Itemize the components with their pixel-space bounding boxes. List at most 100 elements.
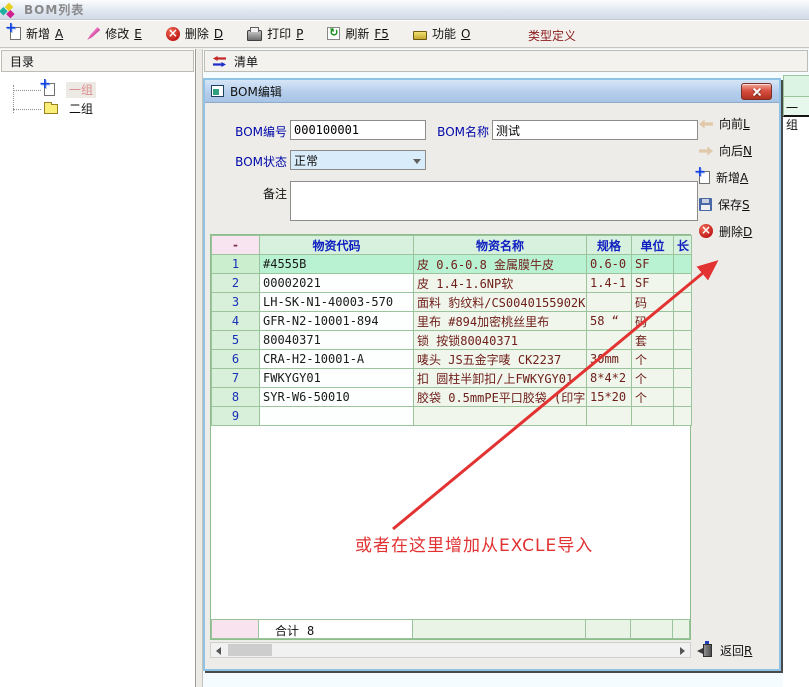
scrollbar-thumb[interactable] — [228, 644, 272, 656]
table-row[interactable]: 200002021皮 1.4-1.6NP软1.4-1SF — [212, 274, 692, 293]
cell[interactable] — [260, 407, 414, 426]
toolbar-print-button[interactable]: 打印P — [243, 22, 307, 46]
table-row[interactable]: 6CRA-H2-10001-A唛头 JS五金字唛 CK223730mm个 — [212, 350, 692, 369]
hand-point-left-icon — [699, 120, 713, 129]
cell[interactable] — [587, 331, 632, 350]
cell[interactable]: 皮 1.4-1.6NP软 — [414, 274, 587, 293]
cell[interactable]: CRA-H2-10001-A — [260, 350, 414, 369]
cell[interactable]: 58 “ — [587, 312, 632, 331]
cell[interactable]: 8 — [212, 388, 260, 407]
table-row[interactable]: 1#4555B皮 0.6-0.8 金属膜牛皮0.6-0SF — [212, 255, 692, 274]
sidebar-item-2[interactable]: 二组 — [0, 100, 195, 118]
cell[interactable]: GFR-N2-10001-894 — [260, 312, 414, 331]
toolbar-add-button[interactable]: 新增A — [6, 22, 67, 46]
toolbar-edit-button[interactable]: 修改E — [83, 22, 146, 46]
cell[interactable]: 8*4*2 — [587, 369, 632, 388]
bom-name-input[interactable] — [492, 120, 698, 140]
cell[interactable]: 4 — [212, 312, 260, 331]
toolbar-function-button[interactable]: 功能O — [409, 22, 474, 46]
cell[interactable]: 30mm — [587, 350, 632, 369]
cell[interactable] — [632, 407, 674, 426]
cell[interactable]: 锁 按锁80040371 — [414, 331, 587, 350]
cell[interactable]: 80040371 — [260, 331, 414, 350]
dialog-delete-button[interactable]: 删除D — [699, 221, 779, 241]
button-shortcut: D — [743, 225, 752, 239]
horizontal-scrollbar[interactable] — [210, 642, 691, 658]
cell[interactable]: 扣 圆柱半卸扣/上FWKYGY01 — [414, 369, 587, 388]
cell[interactable]: 15*20 — [587, 388, 632, 407]
cell[interactable]: 00002021 — [260, 274, 414, 293]
sidebar-item-1[interactable]: 一组 — [0, 81, 195, 99]
cell[interactable] — [674, 312, 692, 331]
cell[interactable]: 1 — [212, 255, 260, 274]
cell[interactable]: 套 — [632, 331, 674, 350]
cell[interactable] — [587, 407, 632, 426]
dialog-save-button[interactable]: 保存S — [699, 194, 779, 214]
cell[interactable]: 1.4-1 — [587, 274, 632, 293]
cell[interactable]: 唛头 JS五金字唛 CK2237 — [414, 350, 587, 369]
cell[interactable] — [674, 350, 692, 369]
cell[interactable]: 个 — [632, 369, 674, 388]
cell[interactable]: SF — [632, 274, 674, 293]
cell[interactable]: SYR-W6-50010 — [260, 388, 414, 407]
cell[interactable]: 3 — [212, 293, 260, 312]
return-button[interactable]: 返回R — [703, 642, 752, 659]
cell[interactable]: 里布 #894加密桃丝里布 — [414, 312, 587, 331]
remark-textarea[interactable] — [290, 181, 698, 221]
cell[interactable]: 胶袋 0.5mmPE平口胶袋 (印字 — [414, 388, 587, 407]
bom-no-input[interactable] — [290, 120, 426, 140]
table-row[interactable]: 3LH-SK-N1-40003-570面料 豹纹料/CS0040155902K 码 — [212, 293, 692, 312]
cell[interactable]: 码 — [632, 312, 674, 331]
chevron-down-icon[interactable] — [413, 159, 421, 164]
toolbar-delete-button[interactable]: 删除D — [162, 22, 227, 46]
table-row[interactable]: 9 — [212, 407, 692, 426]
cell[interactable] — [674, 388, 692, 407]
type-definition-label[interactable]: 类型定义 — [528, 27, 576, 44]
cell[interactable]: LH-SK-N1-40003-570 — [260, 293, 414, 312]
column-header[interactable]: 长 — [674, 236, 692, 255]
column-header[interactable]: - — [212, 236, 260, 255]
cell[interactable] — [587, 293, 632, 312]
bom-status-select[interactable]: 正常 — [290, 150, 426, 170]
table-row[interactable]: 4GFR-N2-10001-894里布 #894加密桃丝里布58 “码 — [212, 312, 692, 331]
column-header[interactable]: 单位 — [632, 236, 674, 255]
dialog-next-button[interactable]: 向后N — [699, 140, 779, 160]
table-row[interactable]: 580040371锁 按锁80040371 套 — [212, 331, 692, 350]
sidebar-header: 目录 — [1, 50, 194, 72]
cell[interactable] — [674, 407, 692, 426]
exit-door-icon — [703, 644, 712, 657]
scroll-right-icon[interactable] — [674, 643, 690, 657]
cell[interactable] — [414, 407, 587, 426]
close-icon[interactable] — [741, 83, 772, 100]
dialog-titlebar[interactable]: BOM编辑 — [205, 80, 779, 103]
cell[interactable]: 个 — [632, 350, 674, 369]
cell[interactable] — [674, 255, 692, 274]
table-row[interactable]: 7FWKYGY01扣 圆柱半卸扣/上FWKYGY018*4*2个 — [212, 369, 692, 388]
cell[interactable]: 皮 0.6-0.8 金属膜牛皮 — [414, 255, 587, 274]
list-tab-header: 清单 — [204, 50, 808, 72]
cell[interactable]: FWKYGY01 — [260, 369, 414, 388]
cell[interactable]: SF — [632, 255, 674, 274]
dialog-prev-button[interactable]: 向前L — [699, 113, 779, 133]
cell[interactable] — [674, 293, 692, 312]
toolbar-refresh-button[interactable]: 刷新F5 — [323, 22, 393, 46]
cell[interactable]: 7 — [212, 369, 260, 388]
cell[interactable] — [674, 369, 692, 388]
cell[interactable] — [674, 331, 692, 350]
cell[interactable] — [674, 274, 692, 293]
table-row[interactable]: 8SYR-W6-50010胶袋 0.5mmPE平口胶袋 (印字15*20个 — [212, 388, 692, 407]
cell[interactable]: 个 — [632, 388, 674, 407]
cell[interactable]: 9 — [212, 407, 260, 426]
cell[interactable]: 5 — [212, 331, 260, 350]
cell[interactable]: 面料 豹纹料/CS0040155902K — [414, 293, 587, 312]
scroll-left-icon[interactable] — [211, 643, 227, 657]
column-header[interactable]: 规格 — [587, 236, 632, 255]
cell[interactable]: 码 — [632, 293, 674, 312]
dialog-add-button[interactable]: 新增A — [699, 167, 779, 187]
cell[interactable]: #4555B — [260, 255, 414, 274]
cell[interactable]: 2 — [212, 274, 260, 293]
cell[interactable]: 0.6-0 — [587, 255, 632, 274]
column-header[interactable]: 物资名称 — [414, 236, 587, 255]
cell[interactable]: 6 — [212, 350, 260, 369]
column-header[interactable]: 物资代码 — [260, 236, 414, 255]
